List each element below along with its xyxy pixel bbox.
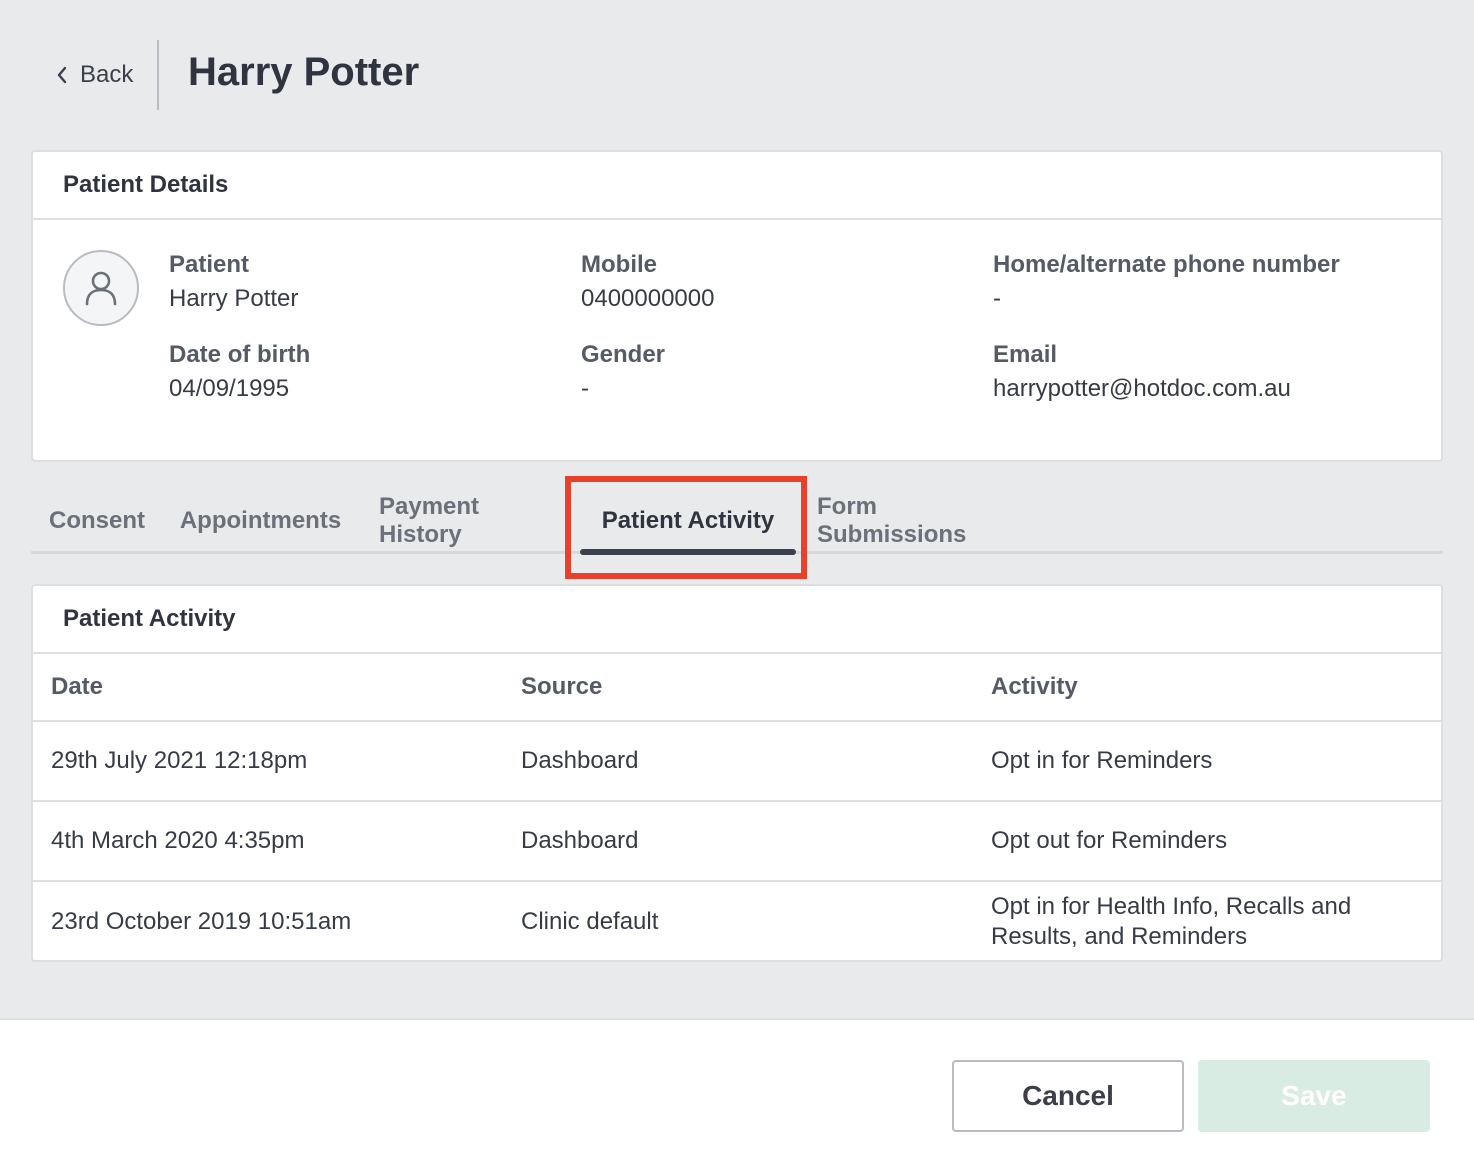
patient-activity-heading: Patient Activity bbox=[33, 586, 1441, 654]
table-row: 23rd October 2019 10:51am Clinic default… bbox=[33, 882, 1441, 962]
field-value: Harry Potter bbox=[169, 285, 299, 312]
field-gender: Gender - bbox=[581, 340, 665, 404]
column-header-activity: Activity bbox=[991, 673, 1078, 700]
field-value: - bbox=[581, 375, 589, 402]
field-value: 04/09/1995 bbox=[169, 375, 290, 402]
highlight-box bbox=[565, 476, 807, 579]
field-value: harrypotter@hotdoc.com.au bbox=[993, 375, 1291, 402]
field-value: - bbox=[993, 285, 1001, 312]
field-dob: Date of birth 04/09/1995 bbox=[169, 340, 310, 404]
avatar bbox=[63, 250, 139, 326]
tab-consent[interactable]: Consent bbox=[49, 490, 145, 552]
field-patient: Patient Harry Potter bbox=[169, 250, 298, 314]
tab-appointments[interactable]: Appointments bbox=[180, 490, 341, 552]
patient-details-body: Patient Harry Potter Mobile 0400000000 H… bbox=[33, 220, 1441, 460]
user-icon bbox=[85, 271, 117, 306]
cell-source: Clinic default bbox=[521, 908, 659, 935]
patient-details-card: Patient Details Patient Harry Potter Mob… bbox=[31, 150, 1443, 462]
header-divider bbox=[157, 40, 159, 110]
table-row: 4th March 2020 4:35pm Dashboard Opt out … bbox=[33, 802, 1441, 882]
patient-details-heading: Patient Details bbox=[33, 152, 1441, 220]
field-mobile: Mobile 0400000000 bbox=[581, 250, 714, 314]
footer-bar: Cancel Save bbox=[0, 1018, 1474, 1156]
chevron-left-icon bbox=[57, 66, 67, 84]
back-button[interactable]: Back bbox=[56, 58, 133, 92]
back-label: Back bbox=[80, 61, 134, 88]
cell-activity: Opt in for Reminders bbox=[991, 747, 1213, 774]
field-value: 0400000000 bbox=[581, 285, 715, 312]
tab-form-submissions[interactable]: Form Submissions bbox=[817, 490, 1013, 552]
field-label: Gender bbox=[581, 341, 666, 368]
column-header-source: Source bbox=[521, 673, 603, 700]
field-label: Date of birth bbox=[169, 341, 311, 368]
column-header-date: Date bbox=[51, 673, 104, 700]
table-row: 29th July 2021 12:18pm Dashboard Opt in … bbox=[33, 722, 1441, 802]
page-header: Back Harry Potter bbox=[0, 0, 1474, 150]
page-title: Harry Potter bbox=[188, 50, 420, 94]
patient-activity-card: Patient Activity Date Source Activity 29… bbox=[31, 584, 1443, 962]
cell-date: 23rd October 2019 10:51am bbox=[51, 908, 352, 935]
cell-activity: Opt out for Reminders bbox=[991, 827, 1228, 854]
field-label: Email bbox=[993, 341, 1058, 368]
cell-date: 29th July 2021 12:18pm bbox=[51, 747, 308, 774]
cancel-button[interactable]: Cancel bbox=[952, 1060, 1184, 1132]
cell-source: Dashboard bbox=[521, 747, 639, 774]
field-email: Email harrypotter@hotdoc.com.au bbox=[993, 340, 1291, 404]
cell-source: Dashboard bbox=[521, 827, 639, 854]
cell-date: 4th March 2020 4:35pm bbox=[51, 827, 305, 854]
field-label: Patient bbox=[169, 251, 250, 278]
field-home-phone: Home/alternate phone number - bbox=[993, 250, 1340, 314]
tab-payment-history[interactable]: Payment History bbox=[379, 490, 561, 552]
table-header: Date Source Activity bbox=[33, 654, 1441, 722]
field-label: Mobile bbox=[581, 251, 657, 278]
cell-activity: Opt in for Health Info, Recalls and Resu… bbox=[991, 893, 1352, 950]
save-button[interactable]: Save bbox=[1198, 1060, 1430, 1132]
field-label: Home/alternate phone number bbox=[993, 251, 1340, 278]
